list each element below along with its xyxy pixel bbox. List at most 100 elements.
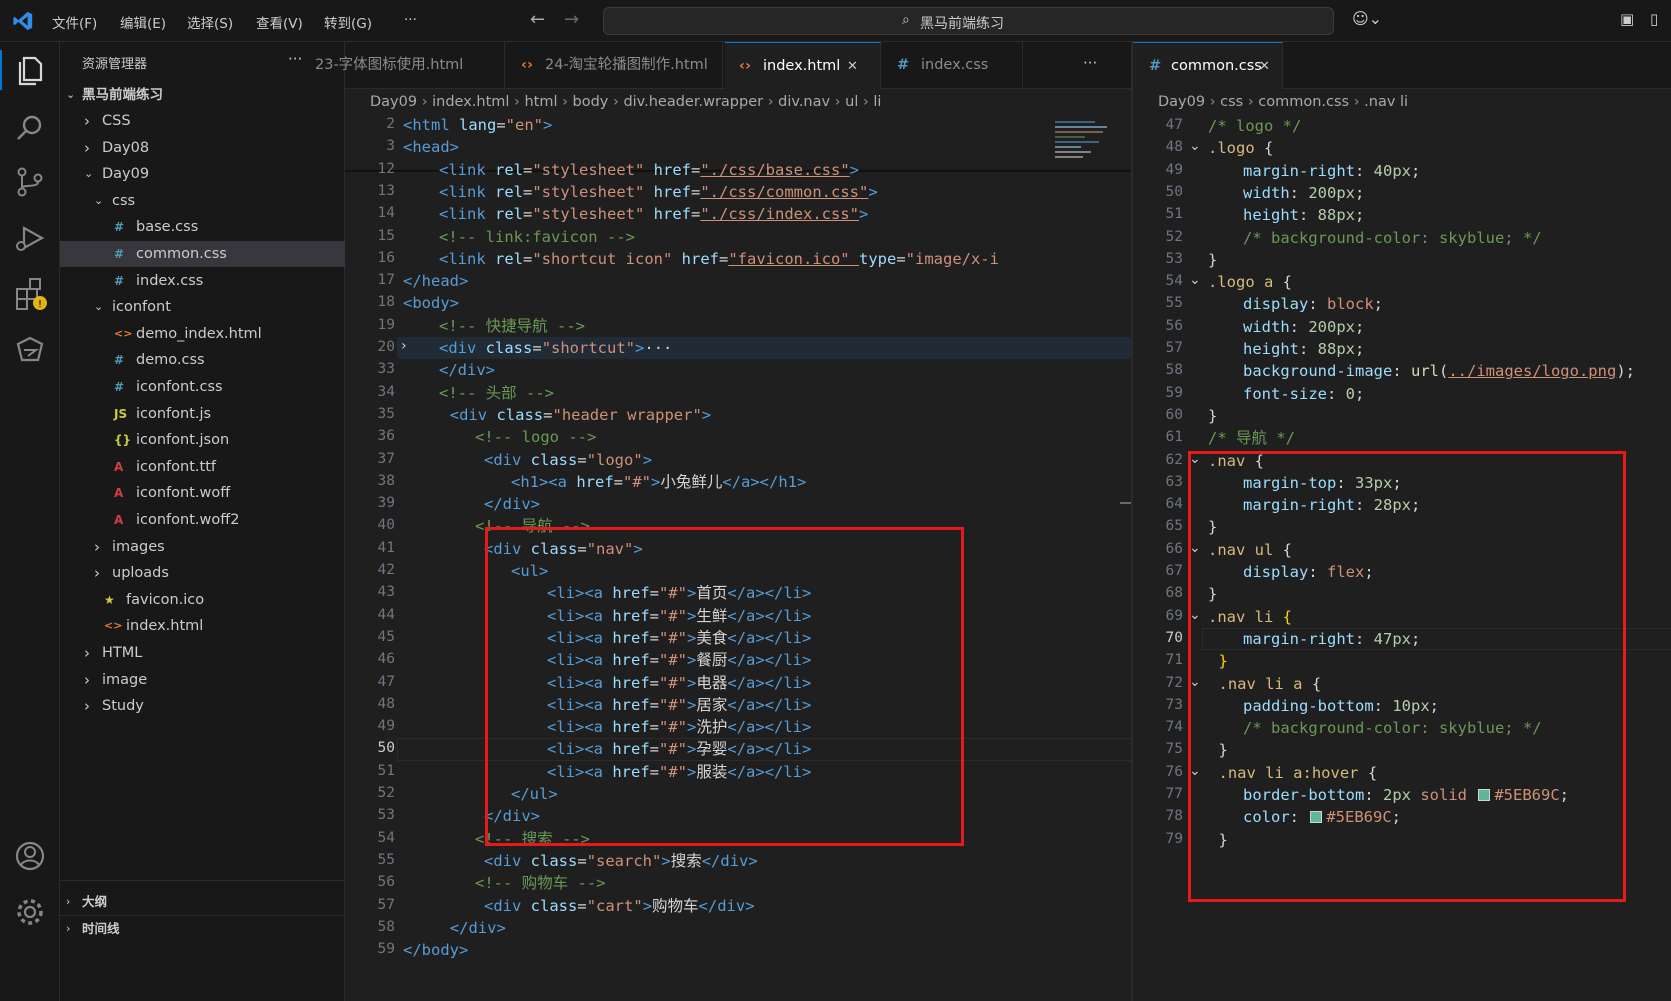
breadcrumb-item[interactable]: ul — [845, 94, 858, 110]
menu-item[interactable]: 文件(F) — [52, 12, 97, 32]
breadcrumb-item[interactable]: common.css — [1258, 94, 1349, 110]
file-item[interactable]: Aiconfont.woff2 — [60, 507, 345, 533]
code-line[interactable]: height: 88px; — [1243, 338, 1364, 362]
folder-item[interactable]: ⌄ css — [60, 188, 345, 214]
code-line[interactable]: } — [1208, 405, 1217, 429]
code-line[interactable]: </div> — [450, 917, 506, 941]
scrollbar-thumb[interactable] — [1120, 502, 1131, 504]
editor-tab[interactable]: ‹› index.html ✕ — [725, 42, 881, 89]
code-line[interactable]: width: 200px; — [1243, 316, 1364, 340]
breadcrumb-item[interactable]: css — [1220, 94, 1243, 110]
breadcrumb-item[interactable]: div.header.wrapper — [623, 94, 763, 110]
workspace-root[interactable]: ⌄ 黑马前端练习 — [60, 82, 345, 108]
chevron-right-icon[interactable]: › — [401, 338, 407, 354]
live-share-icon[interactable] — [12, 332, 48, 368]
close-icon[interactable]: ✕ — [1259, 43, 1270, 89]
more-tabs-icon[interactable]: ··· — [1083, 54, 1097, 72]
code-line[interactable]: height: 88px; — [1243, 204, 1364, 228]
editor-tab[interactable]: 23-字体图标使用.html — [315, 42, 505, 89]
tab-common-css[interactable]: # common.css ✕ — [1133, 42, 1283, 89]
code-line[interactable]: <link rel="stylesheet" href="./css/base.… — [439, 159, 859, 183]
code-line[interactable]: font-size: 0; — [1243, 383, 1364, 407]
code-line[interactable]: /* 导航 */ — [1208, 427, 1295, 451]
more-menu-icon[interactable]: ··· — [404, 12, 417, 28]
code-line[interactable]: <head> — [403, 136, 459, 160]
code-line[interactable]: <body> — [403, 292, 459, 316]
breadcrumb-item[interactable]: .nav li — [1364, 94, 1408, 110]
breadcrumb-item[interactable]: body — [573, 94, 609, 110]
code-line[interactable]: <!-- link:favicon --> — [439, 226, 635, 250]
code-line[interactable]: <div class="logo"> — [484, 449, 652, 473]
close-icon[interactable]: ✕ — [847, 43, 858, 89]
menu-item[interactable]: 编辑(E) — [120, 12, 166, 32]
file-item[interactable]: <> index.html — [60, 613, 345, 639]
code-line[interactable]: <h1><a href="#">小兔鲜儿</a></h1> — [511, 471, 806, 495]
explorer-icon[interactable] — [12, 52, 48, 88]
breadcrumb-item[interactable]: Day09 — [1158, 94, 1205, 110]
breadcrumb-item[interactable]: Day09 — [370, 94, 417, 110]
file-item[interactable]: ★ favicon.ico — [60, 587, 345, 613]
code-line[interactable]: width: 200px; — [1243, 182, 1364, 206]
code-line[interactable]: <link rel="stylesheet" href="./css/index… — [439, 203, 868, 227]
chevron-down-icon[interactable]: ⌄ — [1189, 272, 1201, 288]
editor-tab[interactable]: ‹› 24-淘宝轮播图制作.html — [507, 42, 723, 89]
code-line[interactable]: /* background-color: skyblue; */ — [1243, 227, 1542, 251]
code-line[interactable]: </div> — [484, 493, 540, 517]
file-item[interactable]: {} iconfont.json — [60, 427, 345, 453]
settings-gear-icon[interactable] — [12, 894, 48, 930]
extensions-icon[interactable]: ! — [12, 276, 48, 312]
vscode-logo-icon[interactable] — [12, 10, 34, 32]
code-line[interactable]: background-image: url(../images/logo.png… — [1243, 360, 1635, 384]
code-line[interactable]: <html lang="en"> — [403, 114, 552, 138]
code-line[interactable]: <!-- 快捷导航 --> — [439, 315, 585, 339]
menu-item[interactable]: 选择(S) — [187, 12, 233, 32]
folder-item[interactable]: › uploads — [60, 560, 345, 586]
file-item[interactable]: Aiconfont.ttf — [60, 454, 345, 480]
breadcrumb-item[interactable]: div.nav — [778, 94, 830, 110]
code-line[interactable]: <!-- 头部 --> — [439, 382, 554, 406]
layout-icon[interactable]: ▣ — [1620, 10, 1634, 28]
account-icon[interactable] — [12, 838, 48, 874]
code-line[interactable]: </body> — [403, 939, 468, 963]
menu-item[interactable]: 查看(V) — [256, 12, 303, 32]
folder-item[interactable]: › images — [60, 534, 345, 560]
folder-item[interactable]: › CSS — [60, 108, 345, 134]
editor-tab[interactable]: # index.css — [883, 42, 1023, 89]
code-line[interactable]: </head> — [403, 270, 468, 294]
code-line[interactable]: <div class="cart">购物车</div> — [484, 895, 755, 919]
code-line[interactable]: margin-right: 40px; — [1243, 160, 1420, 184]
outline-section[interactable]: › 大纲 — [60, 889, 345, 915]
menu-item[interactable]: 转到(G) — [324, 12, 372, 32]
folder-item[interactable]: › image — [60, 667, 345, 693]
code-line[interactable]: .logo { — [1208, 137, 1273, 161]
chevron-down-icon[interactable]: ⌄ — [1189, 138, 1201, 154]
folder-item[interactable]: ⌄ iconfont — [60, 294, 345, 320]
code-line[interactable]: <!-- 购物车 --> — [475, 872, 606, 896]
file-item[interactable]: # iconfont.css — [60, 374, 345, 400]
code-line[interactable]: <link rel="stylesheet" href="./css/commo… — [439, 181, 878, 205]
timeline-section[interactable]: › 时间线 — [60, 916, 345, 942]
search-icon[interactable] — [12, 110, 48, 146]
file-item[interactable]: # demo.css — [60, 347, 345, 373]
code-line[interactable]: <!-- logo --> — [475, 426, 596, 450]
code-line[interactable]: </div> — [439, 359, 495, 383]
code-line[interactable]: <div class="shortcut">··· — [439, 337, 672, 361]
run-debug-icon[interactable] — [12, 220, 48, 256]
code-line[interactable]: <link rel="shortcut icon" href="favicon.… — [439, 248, 999, 272]
code-line[interactable]: display: block; — [1243, 293, 1383, 317]
file-item[interactable]: # base.css — [60, 214, 345, 240]
code-line[interactable]: /* logo */ — [1208, 115, 1301, 139]
copilot-icon[interactable]: ☺⌄ — [1352, 9, 1382, 28]
code-line[interactable]: <div class="search">搜索</div> — [484, 850, 758, 874]
minimap[interactable] — [1055, 118, 1115, 208]
breadcrumb-item[interactable]: li — [873, 94, 881, 110]
folder-item[interactable]: › HTML — [60, 640, 345, 666]
file-item[interactable]: JS iconfont.js — [60, 401, 345, 427]
file-item[interactable]: <> demo_index.html — [60, 321, 345, 347]
forward-arrow-icon[interactable]: → — [564, 9, 579, 30]
back-arrow-icon[interactable]: ← — [530, 9, 545, 30]
code-line[interactable]: } — [1208, 249, 1217, 273]
code-line[interactable]: .logo a { — [1208, 271, 1292, 295]
file-item[interactable]: # common.css — [60, 241, 345, 267]
more-actions-icon[interactable]: ··· — [288, 50, 302, 68]
